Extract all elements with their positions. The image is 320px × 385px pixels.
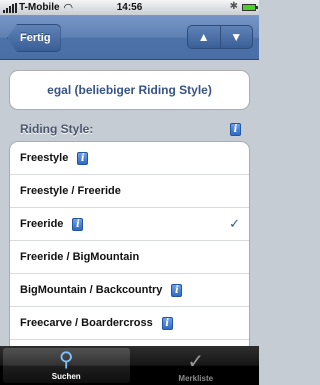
tab-bar: ⚲ Suchen ✓ Merkliste (0, 346, 259, 385)
arrow-down-icon: ▼ (230, 30, 243, 44)
list-item[interactable]: Freeride i ✓ (10, 208, 249, 241)
checkmark-icon: ✓ (187, 351, 205, 373)
info-icon[interactable]: i (171, 283, 183, 297)
list-item[interactable]: Freeride / BigMountain (10, 241, 249, 274)
list-item-label: Freeride (20, 218, 64, 230)
bluetooth-icon: ✱ (229, 1, 238, 12)
list-item[interactable]: Freestyle / Freeride (10, 175, 249, 208)
info-icon[interactable]: i (77, 151, 89, 165)
selected-value-label: egal (beliebiger Riding Style) (47, 83, 212, 97)
list-item-label: Freeride / BigMountain (20, 251, 140, 263)
section-title: Riding Style: (20, 122, 94, 136)
list-item-label: Freestyle (20, 152, 69, 164)
search-icon: ⚲ (58, 349, 74, 371)
info-icon[interactable]: i (161, 316, 173, 330)
fertig-button[interactable]: Fertig (7, 24, 61, 52)
riding-style-list: Freestyle i Freestyle / Freeride Freerid… (9, 141, 250, 351)
prev-next-segmented-control: ▲ ▼ (187, 25, 253, 49)
tab-label: Suchen (51, 372, 81, 381)
status-time: 14:56 (116, 2, 143, 13)
list-item-label: Freestyle / Freeride (20, 185, 121, 197)
list-item-label: Freecarve / Boardercross (20, 317, 153, 329)
list-item-label: BigMountain / Backcountry (20, 284, 163, 296)
checkmark-icon: ✓ (229, 216, 240, 231)
selected-value-cell[interactable]: egal (beliebiger Riding Style) (9, 70, 250, 110)
previous-button[interactable]: ▲ (188, 26, 220, 48)
tab-suchen[interactable]: ⚲ Suchen (3, 348, 130, 383)
status-bar: T-Mobile ◠ 14:56 ✱ (0, 0, 259, 16)
info-icon[interactable]: i (72, 217, 84, 231)
list-item[interactable]: Freecarve / Boardercross i (10, 307, 249, 340)
tab-label: Merkliste (178, 374, 214, 383)
arrow-up-icon: ▲ (197, 30, 210, 44)
battery-icon (242, 4, 258, 11)
navigation-bar: Fertig ▲ ▼ (0, 16, 259, 60)
info-icon[interactable]: i (230, 123, 241, 136)
next-button[interactable]: ▼ (219, 26, 253, 48)
list-item[interactable]: BigMountain / Backcountry i (10, 274, 249, 307)
tab-merkliste[interactable]: ✓ Merkliste (133, 346, 260, 385)
list-item[interactable]: Freestyle i (10, 142, 249, 175)
